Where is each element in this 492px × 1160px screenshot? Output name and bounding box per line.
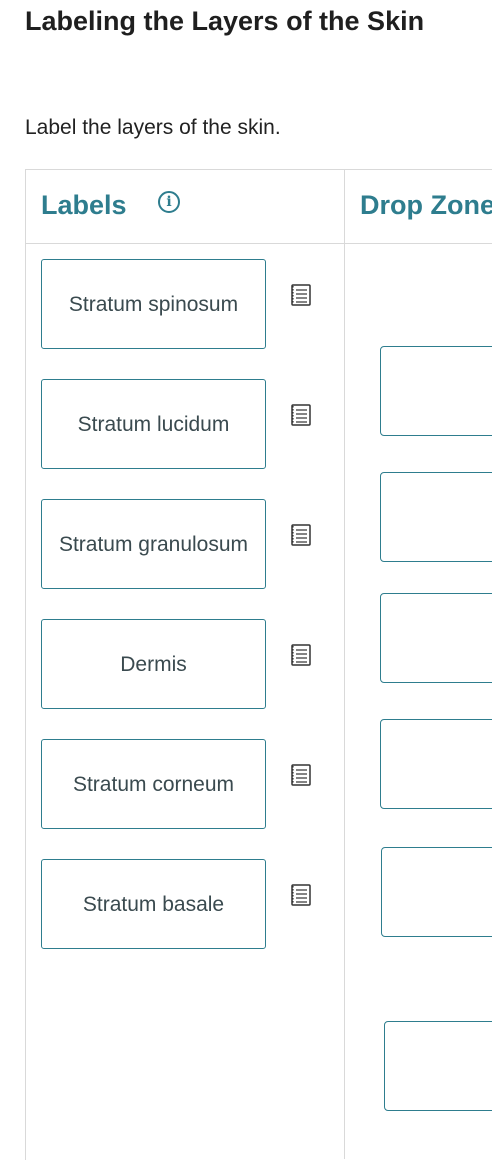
notepad-icon[interactable]	[290, 763, 312, 787]
drop-zone[interactable]	[380, 593, 492, 683]
drop-zone[interactable]	[384, 1021, 492, 1111]
notepad-icon[interactable]	[290, 283, 312, 307]
column-divider	[344, 169, 345, 1159]
label-card[interactable]: Stratum basale	[41, 859, 266, 949]
label-card[interactable]: Stratum lucidum	[41, 379, 266, 469]
header-divider	[25, 243, 492, 244]
info-icon[interactable]: i	[158, 191, 180, 213]
label-text: Dermis	[120, 652, 187, 676]
label-card[interactable]: Stratum spinosum	[41, 259, 266, 349]
labels-column-heading: Labels	[41, 190, 127, 220]
drop-zone[interactable]	[380, 719, 492, 809]
dropzone-column-heading: Drop Zone	[360, 190, 492, 220]
drop-zone[interactable]	[380, 472, 492, 562]
instructions-text: Label the layers of the skin.	[25, 116, 281, 139]
label-card[interactable]: Stratum granulosum	[41, 499, 266, 589]
notepad-icon[interactable]	[290, 643, 312, 667]
label-text: Stratum spinosum	[68, 292, 239, 316]
page-title: Labeling the Layers of the Skin	[25, 6, 425, 36]
label-text: Stratum basale	[82, 892, 225, 916]
label-text: Stratum corneum	[72, 772, 235, 796]
label-card[interactable]: Stratum corneum	[41, 739, 266, 829]
label-text: Stratum lucidum	[77, 412, 230, 436]
drop-zone[interactable]	[380, 346, 492, 436]
label-card[interactable]: Dermis	[41, 619, 266, 709]
label-text: Stratum granulosum	[58, 532, 249, 556]
notepad-icon[interactable]	[290, 523, 312, 547]
notepad-icon[interactable]	[290, 883, 312, 907]
drop-zone[interactable]	[381, 847, 492, 937]
notepad-icon[interactable]	[290, 403, 312, 427]
